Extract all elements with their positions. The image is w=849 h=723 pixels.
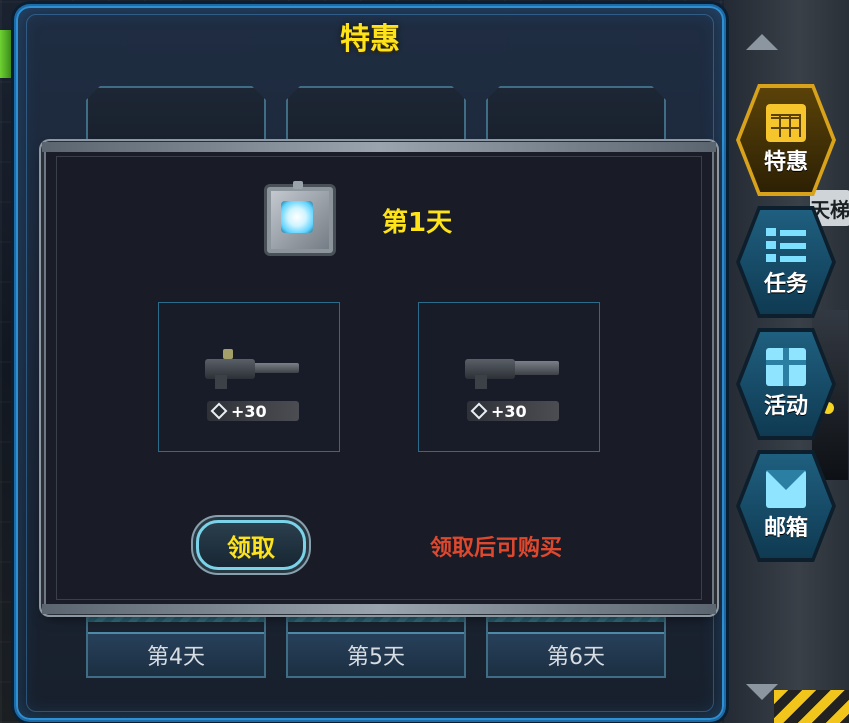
task-list-icon xyxy=(766,226,806,264)
reward-slot-2[interactable]: +30 xyxy=(418,302,600,452)
modal-body xyxy=(56,156,702,600)
day-card-label: 第5天 xyxy=(288,632,464,676)
nav-special-offer-label: 特惠 xyxy=(763,150,808,175)
reward-amount: +30 xyxy=(231,401,267,421)
panel-title: 特惠 xyxy=(340,22,400,57)
nav-mailbox-label: 邮箱 xyxy=(763,516,808,541)
gift-icon xyxy=(766,348,806,386)
reward-modal: 第1天 +30 +30 领取 领取后可购买 xyxy=(42,142,716,614)
modal-top-trim xyxy=(42,142,716,152)
claim-button[interactable]: 领取 xyxy=(196,520,306,570)
supply-crate-icon xyxy=(264,181,336,256)
diamond-icon xyxy=(470,402,488,420)
minigun-icon xyxy=(459,353,559,389)
claim-note: 领取后可购买 xyxy=(430,536,563,561)
day-card-label: 第4天 xyxy=(88,632,264,676)
reward-amount-badge: +30 xyxy=(467,401,559,421)
mail-icon xyxy=(766,470,806,508)
hazard-stripe xyxy=(774,690,849,723)
reward-amount: +30 xyxy=(491,401,527,421)
diamond-icon xyxy=(210,402,228,420)
day-card-label: 第6天 xyxy=(488,632,664,676)
day-label: 第1天 xyxy=(382,208,453,238)
calendar-icon xyxy=(766,104,806,142)
battery-icon xyxy=(0,30,14,78)
machine-gun-icon xyxy=(199,349,299,389)
nav-events-label: 活动 xyxy=(763,394,808,419)
reward-slot-1[interactable]: +30 xyxy=(158,302,340,452)
modal-bottom-trim xyxy=(42,604,716,614)
nav-tasks-label: 任务 xyxy=(763,272,808,297)
scroll-up-arrow-icon[interactable] xyxy=(746,34,778,50)
reward-amount-badge: +30 xyxy=(207,401,299,421)
